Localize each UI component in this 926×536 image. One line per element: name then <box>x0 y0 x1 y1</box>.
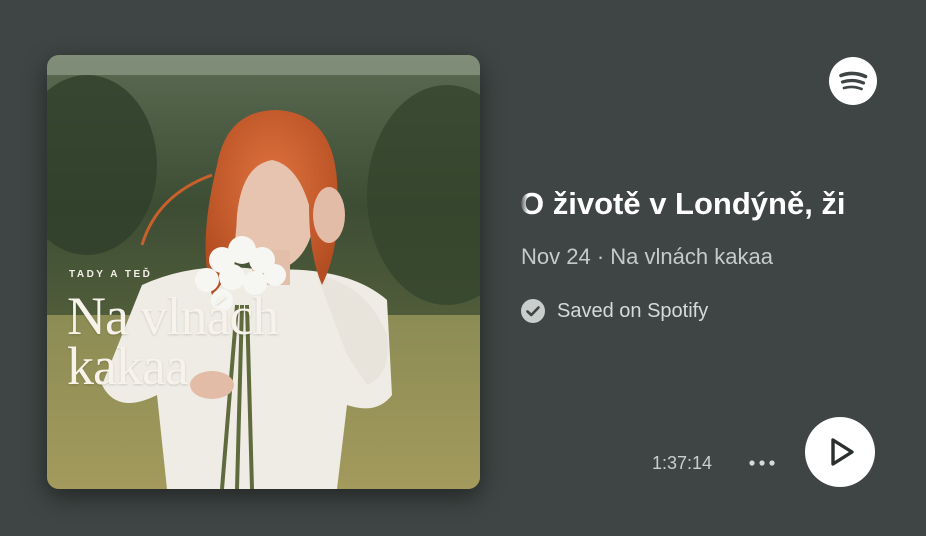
cover-title: Na vlnách kakaa <box>67 286 279 396</box>
episode-duration: 1:37:14 <box>652 453 713 473</box>
more-options-button[interactable] <box>745 450 779 476</box>
spotify-icon[interactable] <box>829 57 877 105</box>
check-circle-icon <box>521 299 545 323</box>
cover-title-line-1: Na vlnách <box>67 286 279 346</box>
cover-kicker: TADY A TEĎ <box>69 269 153 280</box>
show-name-link[interactable]: Na vlnách kakaa <box>610 244 773 269</box>
meta-separator: · <box>596 244 605 269</box>
episode-title[interactable]: O životě v Londýně, ži <box>520 184 877 228</box>
saved-label: Saved on Spotify <box>557 299 709 322</box>
play-icon <box>831 438 854 466</box>
more-horizontal-icon <box>749 460 775 466</box>
cover-art[interactable]: TADY A TEĎ Na vlnách kakaa <box>47 55 480 489</box>
spotify-embed-card: TADY A TEĎ Na vlnách kakaa O životě v Lo… <box>0 0 926 536</box>
cover-title-line-2: kakaa <box>67 336 189 396</box>
episode-date: Nov 24 <box>521 244 591 269</box>
saved-status[interactable]: Saved on Spotify <box>520 298 708 324</box>
episode-meta: Nov 24 · Na vlnách kakaa <box>521 244 773 270</box>
play-button[interactable] <box>805 417 875 487</box>
